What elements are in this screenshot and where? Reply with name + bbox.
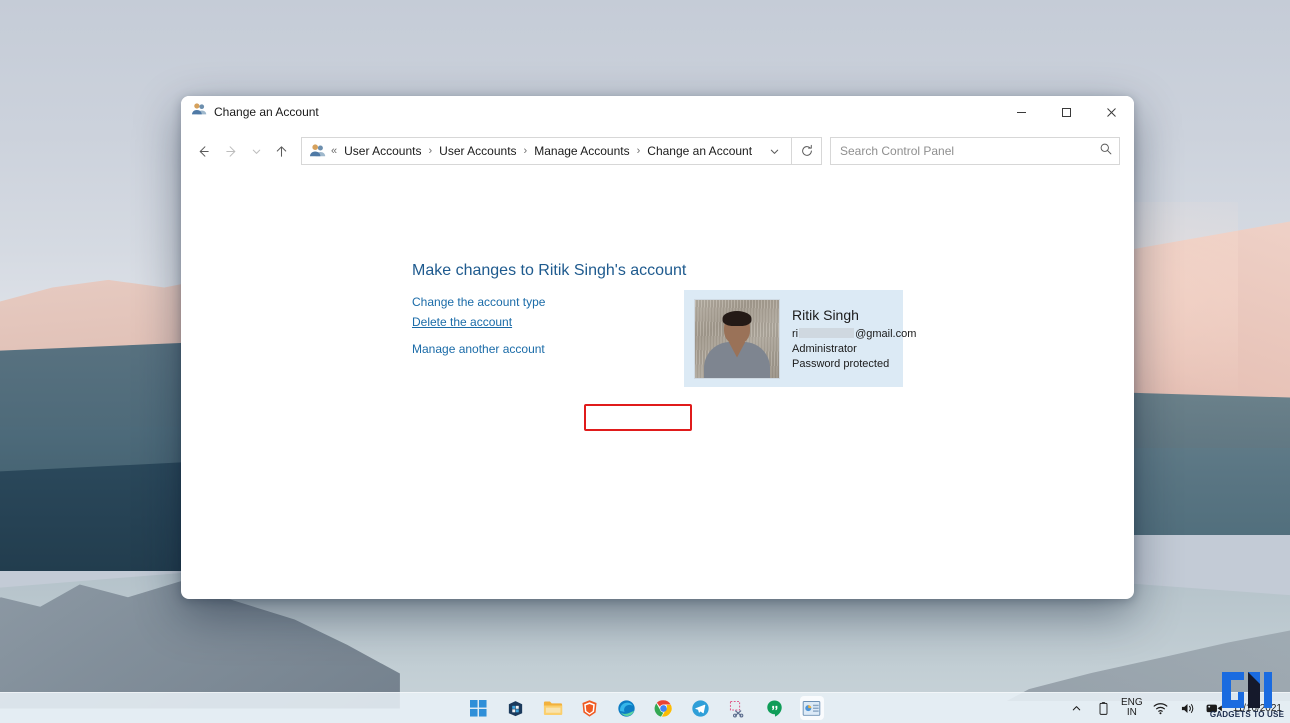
account-details: Ritik Singh ri @gmail.com Administrator P… [792,306,916,372]
snipping-tool-icon[interactable] [726,696,750,720]
clock-date: 11/16/2021 [1232,702,1282,714]
wifi-icon[interactable] [1152,698,1170,718]
email-prefix: ri [792,327,799,340]
breadcrumb-item-1[interactable]: User Accounts [437,142,518,160]
avatar-hair [722,310,752,326]
clock[interactable]: 11/16/2021 [1233,703,1284,714]
search-icon[interactable] [1099,142,1113,161]
camera-icon[interactable] [1206,698,1224,718]
user-accounts-icon [192,102,207,122]
taskbar: ENG IN 11/16/2021 [0,692,1290,723]
control-panel-window: Change an Account « User Accounts › User… [181,96,1134,599]
account-summary-card[interactable]: Ritik Singh ri @gmail.com Administrator P… [684,290,916,387]
account-role: Administrator [792,342,857,355]
battery-icon[interactable] [1094,698,1112,718]
account-email: ri @gmail.com [792,327,916,342]
window-controls [999,96,1134,128]
volume-icon[interactable] [1179,698,1197,718]
system-tray: ENG IN 11/16/2021 [1067,698,1284,718]
control-panel-icon[interactable] [799,696,824,720]
breadcrumb-prefix: « [331,145,338,157]
email-redaction [799,327,855,338]
file-explorer-icon[interactable] [541,696,565,720]
start-button[interactable] [467,696,491,720]
breadcrumb-item-3[interactable]: Change an Account [645,142,754,160]
link-manage-another-account[interactable]: Manage another account [412,339,545,359]
back-button[interactable] [189,137,217,165]
language-indicator[interactable]: ENG IN [1121,698,1143,718]
telegram-icon[interactable] [689,696,713,720]
window-titlebar[interactable]: Change an Account [181,96,1134,128]
account-name: Ritik Singh [792,306,859,323]
account-actions-list: Change the account type Delete the accou… [412,292,545,359]
refresh-icon[interactable] [792,137,822,165]
close-button[interactable] [1089,96,1134,128]
microsoft-store-icon[interactable] [504,696,528,720]
google-chrome-icon[interactable] [652,696,676,720]
titlebar-left: Change an Account [181,102,319,122]
address-bar: « User Accounts › User Accounts › Manage… [181,128,1134,174]
link-delete-the-account[interactable]: Delete the account [412,312,512,332]
minimize-button[interactable] [999,96,1044,128]
link-change-account-type[interactable]: Change the account type [412,292,545,312]
content-pane: Make changes to Ritik Singh's account Ch… [181,174,1134,599]
microsoft-edge-icon[interactable] [615,696,639,720]
breadcrumb[interactable]: « User Accounts › User Accounts › Manage… [301,137,792,165]
breadcrumb-item-0[interactable]: User Accounts [342,142,423,160]
forward-button[interactable] [217,137,245,165]
avatar [694,298,780,379]
account-password-status: Password protected [792,357,890,370]
recent-locations-button[interactable] [245,137,267,165]
search-box[interactable] [830,137,1120,165]
brave-browser-icon[interactable] [578,696,602,720]
language-line-2: IN [1126,707,1137,718]
email-suffix: @gmail.com [855,327,917,340]
taskbar-app-icons [467,696,824,720]
search-input[interactable] [840,144,1099,158]
breadcrumb-separator: › [523,145,528,157]
page-title: Make changes to Ritik Singh's account [412,262,687,279]
breadcrumb-user-accounts-icon [310,143,326,159]
delete-account-highlight-box [584,404,692,431]
up-button[interactable] [267,137,295,165]
hangouts-icon[interactable] [763,696,787,720]
tray-overflow-icon[interactable] [1067,698,1085,718]
window-title: Change an Account [214,105,319,119]
breadcrumb-item-2[interactable]: Manage Accounts [532,142,631,160]
breadcrumb-separator: › [636,145,641,157]
breadcrumb-separator: › [428,145,433,157]
chevron-down-icon[interactable] [761,139,787,163]
maximize-button[interactable] [1044,96,1089,128]
